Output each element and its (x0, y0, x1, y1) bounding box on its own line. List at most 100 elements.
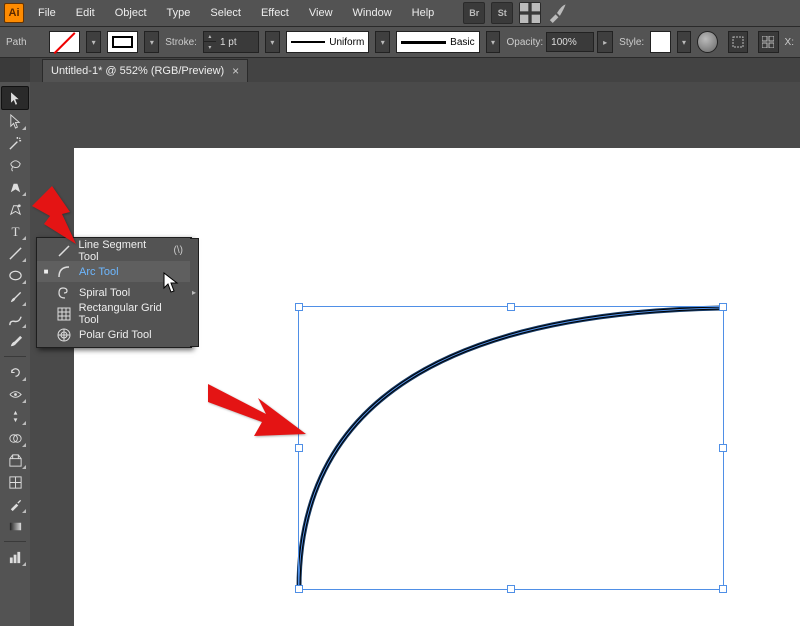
flyout-item-label: Arc Tool (79, 266, 119, 278)
style-swatch[interactable] (650, 31, 670, 53)
paintbrush-tool[interactable] (2, 286, 28, 308)
flyout-item-label: Polar Grid Tool (79, 329, 152, 341)
handle-mid-right[interactable] (719, 444, 727, 452)
opacity-menu[interactable]: ▸ (597, 31, 613, 53)
selection-bounding-box[interactable] (298, 306, 724, 590)
lasso-icon (8, 158, 23, 173)
stock-button[interactable]: St (491, 2, 513, 24)
opacity-input[interactable] (546, 32, 594, 52)
svg-text:T: T (11, 224, 19, 239)
stroke-weight-down[interactable]: ▾ (204, 42, 216, 53)
handle-bot-left[interactable] (295, 585, 303, 593)
menu-window[interactable]: Window (343, 0, 402, 26)
app-logo-text: Ai (4, 3, 24, 23)
stroke-profile-select[interactable]: Uniform (286, 31, 369, 53)
stroke-swatch-menu[interactable]: ▾ (144, 31, 159, 53)
fill-swatch[interactable] (49, 31, 80, 53)
menu-edit[interactable]: Edit (66, 0, 105, 26)
flyout-polar-grid[interactable]: Polar Grid Tool (37, 324, 191, 345)
transform-icon (762, 36, 774, 48)
menu-object[interactable]: Object (105, 0, 157, 26)
flyout-item-label: Rectangular Grid Tool (79, 302, 183, 326)
stroke-weight-up[interactable]: ▴ (204, 31, 216, 42)
handle-top-left[interactable] (295, 303, 303, 311)
rotate-tool[interactable] (2, 361, 28, 383)
stroke-weight-input[interactable] (216, 37, 258, 48)
blob-icon (8, 334, 23, 349)
line-tool[interactable] (2, 242, 28, 264)
menu-help[interactable]: Help (402, 0, 445, 26)
spiral-icon (56, 286, 72, 300)
handle-bot-right[interactable] (719, 585, 727, 593)
lasso-tool[interactable] (2, 154, 28, 176)
brush-menu[interactable]: ▾ (486, 31, 501, 53)
pen-tool[interactable] (2, 176, 28, 198)
direct-selection-tool[interactable] (2, 110, 28, 132)
align-icon (732, 36, 744, 48)
stroke-profile-label: Uniform (329, 37, 364, 48)
align-button[interactable] (728, 31, 748, 53)
close-tab-button[interactable]: × (232, 64, 239, 78)
document-tab[interactable]: Untitled-1* @ 552% (RGB/Preview) × (42, 59, 248, 82)
flyout-arc[interactable]: ■ Arc Tool (37, 261, 191, 282)
flyout-rect-grid[interactable]: Rectangular Grid Tool (37, 303, 191, 324)
stroke-weight-field[interactable]: ▴▾ (203, 31, 259, 53)
blob-brush-tool[interactable] (2, 330, 28, 352)
arrange-documents-button[interactable] (519, 2, 541, 24)
handle-bot-mid[interactable] (507, 585, 515, 593)
magic-wand-tool[interactable] (2, 132, 28, 154)
menu-bar: Ai File Edit Object Type Select Effect V… (0, 0, 800, 27)
stroke-swatch[interactable] (107, 31, 138, 53)
app-logo: Ai (0, 0, 28, 26)
fill-swatch-menu[interactable]: ▾ (86, 31, 101, 53)
rectangle-tool[interactable] (2, 264, 28, 286)
cursor-outline-icon (8, 114, 23, 129)
menu-select[interactable]: Select (200, 0, 251, 26)
handle-top-right[interactable] (719, 303, 727, 311)
menu-view[interactable]: View (299, 0, 343, 26)
pen-curve-icon (8, 202, 23, 217)
transform-tool-icon (8, 409, 23, 424)
bridge-button[interactable]: Br (463, 2, 485, 24)
eyedropper-tool[interactable] (2, 493, 28, 515)
flyout-indicator: ■ (43, 267, 49, 276)
recolor-artwork-button[interactable] (697, 31, 717, 53)
handle-top-mid[interactable] (507, 303, 515, 311)
line-tool-flyout: Line Segment Tool (\) ■ Arc Tool Spiral … (36, 237, 192, 348)
opacity-label: Opacity: (506, 37, 543, 48)
mesh-tool[interactable] (2, 471, 28, 493)
column-graph-tool[interactable] (2, 546, 28, 568)
gradient-icon (8, 519, 23, 534)
type-tool[interactable]: T (2, 220, 28, 242)
grid-icon (520, 3, 540, 23)
pencil-tool[interactable] (2, 308, 28, 330)
stroke-label: Stroke: (165, 37, 197, 48)
gpu-button[interactable] (547, 3, 567, 23)
rotate-icon (8, 365, 23, 380)
transform-button[interactable] (758, 31, 778, 53)
control-bar: Path ▾ ▾ Stroke: ▴▾ ▾ Uniform ▾ Basic ▾ … (0, 27, 800, 58)
artboard[interactable] (74, 148, 800, 626)
stroke-weight-menu[interactable]: ▾ (265, 31, 280, 53)
rocket-icon (547, 3, 567, 23)
flyout-tearoff-handle[interactable]: ▸ (190, 238, 199, 347)
style-menu[interactable]: ▾ (677, 31, 692, 53)
canvas-area[interactable] (30, 82, 800, 626)
flyout-spiral[interactable]: Spiral Tool (37, 282, 191, 303)
menu-file[interactable]: File (28, 0, 66, 26)
pen-icon (8, 180, 23, 195)
menu-type[interactable]: Type (157, 0, 201, 26)
gradient-tool[interactable] (2, 515, 28, 537)
perspective-tool[interactable] (2, 449, 28, 471)
menu-effect[interactable]: Effect (251, 0, 299, 26)
brush-select[interactable]: Basic (396, 31, 479, 53)
stroke-profile-menu[interactable]: ▾ (375, 31, 390, 53)
selection-tool[interactable] (1, 86, 29, 110)
selection-type-label: Path (6, 37, 43, 48)
annotation-arrow-tool (32, 186, 78, 249)
width-tool[interactable] (2, 383, 28, 405)
mesh-icon (8, 475, 23, 490)
curvature-tool[interactable] (2, 198, 28, 220)
free-transform-tool[interactable] (2, 405, 28, 427)
shape-builder-tool[interactable] (2, 427, 28, 449)
